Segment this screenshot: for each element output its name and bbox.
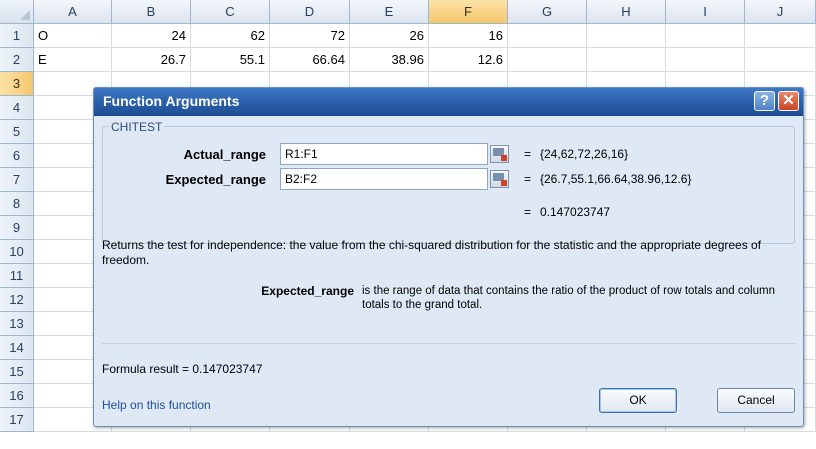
function-arguments-dialog: Function Arguments ? ✕ CHITEST Actual_ra… (93, 87, 804, 427)
expected-range-input[interactable]: B2:F2 (280, 168, 488, 190)
row-header-16[interactable]: 16 (0, 384, 34, 408)
equals-sign: = (524, 147, 532, 161)
grid-cell[interactable] (745, 48, 816, 72)
column-header-d[interactable]: D (270, 0, 350, 24)
row-header-12[interactable]: 12 (0, 288, 34, 312)
actual-range-label: Actual_range (183, 147, 266, 162)
row-header-15[interactable]: 15 (0, 360, 34, 384)
grid-cell[interactable] (666, 24, 745, 48)
function-group: CHITEST Actual_range R1:F1 = {24,62,72,2… (102, 120, 795, 244)
function-name: CHITEST (109, 120, 165, 134)
cell-c1[interactable]: 62 (191, 24, 270, 48)
expected-range-result: {26.7,55.1,66.64,38.96,12.6} (540, 172, 692, 186)
cell-d2[interactable]: 66.64 (270, 48, 350, 72)
row-header-17[interactable]: 17 (0, 408, 34, 432)
parameter-name: Expected_range (261, 284, 354, 298)
cell-f2[interactable]: 12.6 (429, 48, 508, 72)
row-header-3[interactable]: 3 (0, 72, 34, 96)
row-header-4[interactable]: 4 (0, 96, 34, 120)
row-header-7[interactable]: 7 (0, 168, 34, 192)
expected-range-label: Expected_range (165, 172, 266, 187)
row-header-13[interactable]: 13 (0, 312, 34, 336)
grid-cell[interactable] (508, 48, 587, 72)
formula-result-value: 0.147023747 (192, 362, 263, 376)
select-all-corner[interactable] (0, 0, 34, 24)
cell-b1[interactable]: 24 (112, 24, 191, 48)
column-header-c[interactable]: C (191, 0, 270, 24)
column-header-f[interactable]: F (429, 0, 508, 24)
row-header-8[interactable]: 8 (0, 192, 34, 216)
row-header-6[interactable]: 6 (0, 144, 34, 168)
dialog-titlebar[interactable]: Function Arguments ? ✕ (94, 88, 803, 116)
column-header-j[interactable]: J (745, 0, 816, 24)
actual-range-result: {24,62,72,26,16} (540, 147, 629, 161)
row-header-11[interactable]: 11 (0, 264, 34, 288)
equals-sign: = (524, 172, 532, 186)
collapse-dialog-icon[interactable] (490, 170, 509, 188)
equals-sign: = (524, 205, 532, 219)
cell-f1[interactable]: 16 (429, 24, 508, 48)
cell-a1[interactable]: O (34, 24, 112, 48)
collapse-dialog-icon[interactable] (490, 145, 509, 163)
dialog-title: Function Arguments (103, 93, 240, 109)
cell-e1[interactable]: 26 (350, 24, 429, 48)
column-header-g[interactable]: G (508, 0, 587, 24)
grid-cell[interactable] (666, 48, 745, 72)
grid-cell[interactable] (587, 48, 666, 72)
function-result: 0.147023747 (540, 205, 611, 219)
row-header-5[interactable]: 5 (0, 120, 34, 144)
column-header-h[interactable]: H (587, 0, 666, 24)
row-header-10[interactable]: 10 (0, 240, 34, 264)
cell-c2[interactable]: 55.1 (191, 48, 270, 72)
help-link[interactable]: Help on this function (102, 398, 211, 412)
cell-e2[interactable]: 38.96 (350, 48, 429, 72)
grid-cell[interactable] (745, 24, 816, 48)
actual-range-input[interactable]: R1:F1 (280, 143, 488, 165)
close-icon[interactable]: ✕ (778, 91, 799, 111)
formula-result-label: Formula result = (102, 362, 190, 376)
column-header-i[interactable]: I (666, 0, 745, 24)
parameter-description: is the range of data that contains the r… (362, 285, 775, 311)
cell-a2[interactable]: E (34, 48, 112, 72)
column-header-e[interactable]: E (350, 0, 429, 24)
cancel-button[interactable]: Cancel (717, 388, 795, 413)
help-icon[interactable]: ? (754, 91, 775, 111)
function-description: Returns the test for independence: the v… (102, 238, 762, 267)
formula-result: Formula result = 0.147023747 (102, 362, 262, 376)
cell-d1[interactable]: 72 (270, 24, 350, 48)
cell-b2[interactable]: 26.7 (112, 48, 191, 72)
grid-cell[interactable] (508, 24, 587, 48)
ok-button[interactable]: OK (599, 388, 677, 413)
divider (102, 343, 795, 344)
row-header-1[interactable]: 1 (0, 24, 34, 48)
row-header-14[interactable]: 14 (0, 336, 34, 360)
row-header-2[interactable]: 2 (0, 48, 34, 72)
column-header-b[interactable]: B (112, 0, 191, 24)
grid-cell[interactable] (587, 24, 666, 48)
column-header-a[interactable]: A (34, 0, 112, 24)
row-header-9[interactable]: 9 (0, 216, 34, 240)
